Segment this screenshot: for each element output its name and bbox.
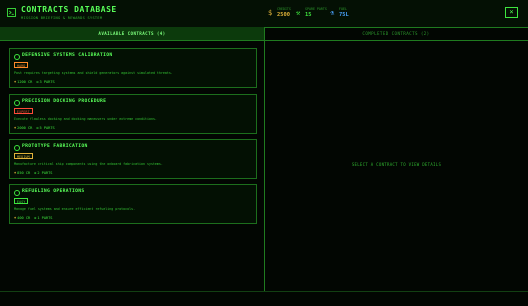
reward-parts: 1 PARTS bbox=[37, 216, 53, 220]
reward-credits: 2000 CR bbox=[17, 126, 33, 130]
contract-rewards: ♦400 CR ⚙1 PARTS bbox=[14, 216, 52, 220]
parts-icon: ⚙ bbox=[34, 171, 37, 175]
contract-rewards: ♦2000 CR ⚙5 PARTS bbox=[14, 126, 55, 130]
page-title: CONTRACTS DATABASE bbox=[21, 5, 117, 14]
contract-rewards: ♦850 CR ⚙2 PARTS bbox=[14, 171, 52, 175]
bottom-divider bbox=[0, 291, 528, 292]
parts-icon: ⚙ bbox=[36, 126, 39, 130]
radio-icon[interactable] bbox=[14, 190, 20, 196]
contract-card[interactable]: DEFENSIVE SYSTEMS CALIBRATION HARD Post … bbox=[9, 48, 257, 88]
reward-parts: 2 PARTS bbox=[37, 171, 53, 175]
tab-completed-contracts[interactable]: COMPLETED CONTRACTS (2) bbox=[264, 27, 528, 40]
difficulty-badge: EXPERT bbox=[14, 108, 33, 114]
spare-parts-value: 15 bbox=[305, 12, 312, 18]
terminal-square-icon bbox=[7, 8, 16, 17]
page-subtitle: MISSION BRIEFING & REWARDS SYSTEM bbox=[21, 16, 103, 20]
radio-icon[interactable] bbox=[14, 54, 20, 60]
spare-parts-label: SPARE PARTS bbox=[305, 7, 327, 11]
contract-card[interactable]: REFUELING OPERATIONS EASY Manage fuel sy… bbox=[9, 184, 257, 224]
contract-card[interactable]: PROTOTYPE FABRICATION MEDIUM Manufacture… bbox=[9, 139, 257, 179]
header: CONTRACTS DATABASE MISSION BRIEFING & RE… bbox=[0, 0, 528, 28]
tab-available-contracts[interactable]: AVAILABLE CONTRACTS (4) bbox=[0, 27, 264, 40]
empty-state-message: SELECT A CONTRACT TO VIEW DETAILS bbox=[351, 162, 442, 167]
contracts-app: CONTRACTS DATABASE MISSION BRIEFING & RE… bbox=[0, 0, 528, 306]
wrench-icon: ⚒ bbox=[296, 9, 301, 17]
contract-name: DEFENSIVE SYSTEMS CALIBRATION bbox=[22, 53, 113, 58]
contracts-list: DEFENSIVE SYSTEMS CALIBRATION HARD Post … bbox=[0, 41, 264, 291]
fuel-value: 75L bbox=[339, 12, 349, 18]
credits-label: CREDITS bbox=[277, 7, 291, 11]
reward-parts: 3 PARTS bbox=[39, 80, 55, 84]
credits-icon: ♦ bbox=[14, 216, 17, 220]
reward-credits: 850 CR bbox=[17, 171, 31, 175]
contract-description: Manage fuel systems and ensure efficient… bbox=[14, 207, 136, 211]
difficulty-badge: EASY bbox=[14, 198, 29, 204]
close-button[interactable]: × bbox=[505, 7, 518, 18]
parts-icon: ⚙ bbox=[36, 80, 39, 84]
reward-credits: 400 CR bbox=[17, 216, 31, 220]
contract-name: REFUELING OPERATIONS bbox=[22, 189, 85, 194]
radio-icon[interactable] bbox=[14, 100, 20, 106]
difficulty-badge: MEDIUM bbox=[14, 153, 33, 159]
credits-icon: ♦ bbox=[14, 126, 17, 130]
contract-detail-panel: SELECT A CONTRACT TO VIEW DETAILS bbox=[265, 41, 528, 291]
contract-description: Execute flawless docking and docking man… bbox=[14, 117, 157, 121]
reward-credits: 1200 CR bbox=[17, 80, 33, 84]
credits-value: 2500 bbox=[277, 12, 290, 18]
contract-description: Post requires targeting systems and shie… bbox=[14, 71, 173, 75]
contract-description: Manufacture critical ship components usi… bbox=[14, 162, 163, 166]
credits-icon: ♦ bbox=[14, 80, 17, 84]
flask-icon: ⚗ bbox=[330, 9, 335, 17]
credits-icon: ♦ bbox=[14, 171, 17, 175]
fuel-label: FUEL bbox=[339, 7, 347, 11]
contract-name: PRECISION DOCKING PROCEDURE bbox=[22, 99, 107, 104]
contract-rewards: ♦1200 CR ⚙3 PARTS bbox=[14, 80, 55, 84]
contract-card[interactable]: PRECISION DOCKING PROCEDURE EXPERT Execu… bbox=[9, 94, 257, 134]
contract-name: PROTOTYPE FABRICATION bbox=[22, 144, 88, 149]
dollar-icon: $ bbox=[268, 9, 273, 17]
reward-parts: 5 PARTS bbox=[39, 126, 55, 130]
difficulty-badge: HARD bbox=[14, 62, 29, 68]
parts-icon: ⚙ bbox=[34, 216, 37, 220]
radio-icon[interactable] bbox=[14, 145, 20, 151]
